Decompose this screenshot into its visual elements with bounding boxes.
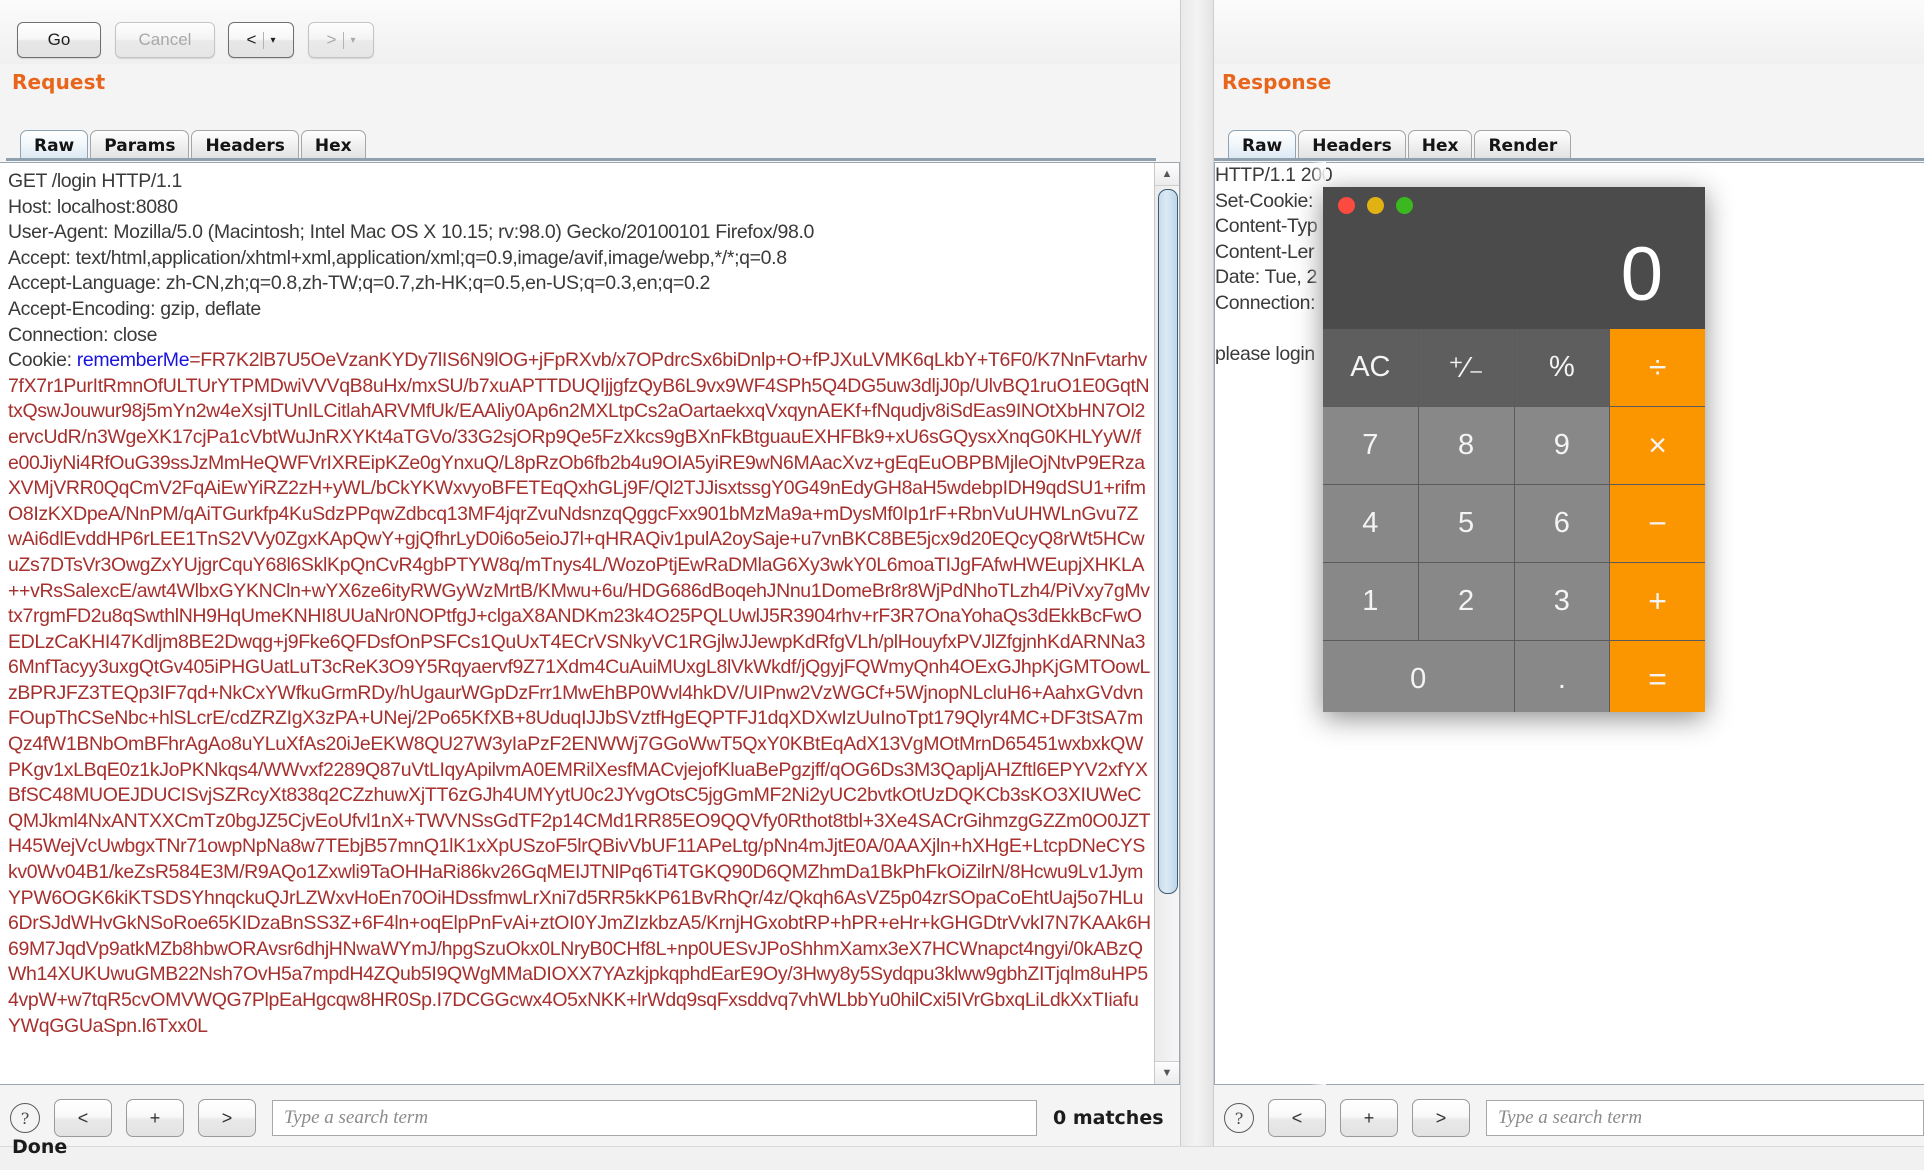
back-button[interactable]: < ▾	[228, 22, 294, 58]
request-search-add-button[interactable]: +	[126, 1099, 184, 1137]
tab-response-headers[interactable]: Headers	[1298, 130, 1406, 160]
tab-response-render[interactable]: Render	[1474, 130, 1572, 160]
calculator-key-1[interactable]: 1	[1323, 563, 1418, 640]
response-tab-underline	[1214, 158, 1924, 161]
cancel-button-label: Cancel	[138, 30, 192, 49]
tab-response-raw[interactable]: Raw	[1228, 130, 1297, 160]
status-bar	[0, 1146, 1924, 1170]
chevron-down-icon[interactable]: ▾	[264, 35, 275, 46]
response-search-input[interactable]: Type a search term	[1486, 1100, 1924, 1136]
scroll-up-arrow-icon[interactable]: ▲	[1155, 163, 1179, 186]
request-tab-underline	[6, 158, 1156, 161]
cookie-name-token: rememberMe	[76, 349, 190, 372]
request-tab-bar: Raw Params Headers Hex	[20, 128, 368, 160]
status-text: Done	[12, 1136, 68, 1158]
request-content: GET /login HTTP/1.1 Host: localhost:8080…	[8, 169, 1151, 1039]
response-search-next-button[interactable]: >	[1412, 1099, 1470, 1137]
forward-split: > ▾	[309, 30, 373, 50]
response-search-add-button[interactable]: +	[1340, 1099, 1398, 1137]
help-icon[interactable]: ?	[1224, 1103, 1254, 1133]
calculator-key-[interactable]: −	[1610, 485, 1705, 562]
request-search-next-button[interactable]: >	[198, 1099, 256, 1137]
top-toolbar: Go Cancel < ▾ > ▾	[0, 0, 1924, 64]
calculator-key-[interactable]: +	[1610, 563, 1705, 640]
calculator-titlebar[interactable]	[1323, 187, 1705, 219]
window-minimize-icon[interactable]	[1367, 197, 1384, 214]
calculator-key-8[interactable]: 8	[1418, 407, 1514, 484]
go-button[interactable]: Go	[17, 22, 101, 58]
tab-request-headers[interactable]: Headers	[191, 130, 299, 160]
calculator-window[interactable]: 0 AC ⁺⁄₋% ÷ 7 8 9 × 4 5 6− 1 2 3 +0. =	[1323, 187, 1705, 712]
response-tab-bar: Raw Headers Hex Render	[1228, 128, 1573, 160]
calculator-key-[interactable]: %	[1514, 329, 1610, 406]
back-split: < ▾	[229, 30, 293, 50]
calculator-key-[interactable]: =	[1610, 641, 1705, 712]
calculator-key-AC[interactable]: AC	[1323, 329, 1418, 406]
chevron-left-icon: <	[246, 30, 257, 49]
panel-splitter[interactable]	[1180, 0, 1214, 1170]
request-headers-text: GET /login HTTP/1.1 Host: localhost:8080…	[8, 170, 815, 372]
burp-suite-window: Go Cancel < ▾ > ▾ Request Raw Params Hea…	[0, 0, 1924, 1170]
forward-button[interactable]: > ▾	[308, 22, 374, 58]
cookie-value-token: FR7K2lB7U5OeVzanKYDy7lIS6N9lOG+jFpRXvb/x…	[8, 349, 1151, 1037]
calculator-key-[interactable]: ×	[1610, 407, 1705, 484]
tab-response-hex[interactable]: Hex	[1407, 130, 1473, 160]
calculator-key-[interactable]: .	[1514, 641, 1610, 712]
calculator-keypad: AC ⁺⁄₋% ÷ 7 8 9 × 4 5 6− 1 2 3 +0. =	[1323, 329, 1705, 712]
request-search-input[interactable]: Type a search term	[272, 1100, 1037, 1136]
calculator-key-3[interactable]: 3	[1514, 563, 1610, 640]
cookie-equals: =	[189, 349, 201, 372]
calculator-key-[interactable]: ⁺⁄₋	[1418, 329, 1514, 406]
calculator-key-[interactable]: ÷	[1610, 329, 1705, 406]
calculator-key-0[interactable]: 0	[1323, 641, 1514, 712]
request-match-count: 0 matches	[1053, 1107, 1164, 1129]
window-maximize-icon[interactable]	[1396, 197, 1413, 214]
calculator-key-4[interactable]: 4	[1323, 485, 1418, 562]
request-vertical-scrollbar[interactable]: ▲ ▼	[1154, 163, 1179, 1084]
tab-request-params[interactable]: Params	[90, 130, 190, 160]
tab-request-hex[interactable]: Hex	[300, 130, 366, 160]
response-search-prev-button[interactable]: <	[1268, 1099, 1326, 1137]
calculator-key-7[interactable]: 7	[1323, 407, 1418, 484]
request-panel-title: Request	[12, 70, 106, 94]
calculator-key-5[interactable]: 5	[1418, 485, 1514, 562]
chevron-down-icon[interactable]: ▾	[344, 35, 355, 46]
scroll-down-arrow-icon[interactable]: ▼	[1155, 1061, 1179, 1084]
response-search-bar: ? < + > Type a search term	[1214, 1090, 1924, 1146]
cancel-button[interactable]: Cancel	[115, 22, 215, 58]
calculator-key-9[interactable]: 9	[1514, 407, 1610, 484]
tab-request-raw[interactable]: Raw	[20, 130, 89, 160]
go-button-label: Go	[47, 30, 71, 49]
response-panel-title: Response	[1222, 70, 1332, 94]
scrollbar-thumb[interactable]	[1158, 189, 1178, 894]
calculator-key-6[interactable]: 6	[1514, 485, 1610, 562]
help-icon[interactable]: ?	[10, 1103, 40, 1133]
request-raw-editor[interactable]: GET /login HTTP/1.1 Host: localhost:8080…	[0, 162, 1180, 1085]
window-close-icon[interactable]	[1338, 197, 1355, 214]
request-search-bar: ? < + > Type a search term 0 matches	[0, 1090, 1180, 1146]
chevron-right-icon: >	[326, 30, 337, 49]
request-search-prev-button[interactable]: <	[54, 1099, 112, 1137]
calculator-key-2[interactable]: 2	[1418, 563, 1514, 640]
calculator-display: 0	[1323, 219, 1705, 329]
